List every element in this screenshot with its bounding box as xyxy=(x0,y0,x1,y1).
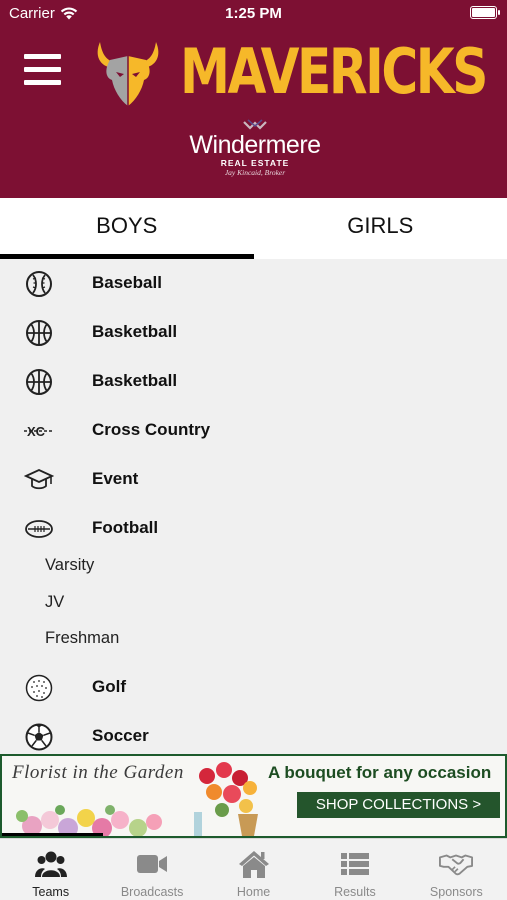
hamburger-menu-button[interactable] xyxy=(24,54,61,86)
sport-label: Football xyxy=(92,518,159,537)
ad-brand: Florist in the Garden xyxy=(12,762,184,783)
sport-item-soccer[interactable]: Soccer xyxy=(0,712,507,755)
sport-item-football[interactable]: Football xyxy=(0,504,507,553)
home-icon xyxy=(237,849,271,879)
basketball-icon xyxy=(24,367,54,397)
sport-label: Basketball xyxy=(92,322,178,341)
sport-item-golf[interactable]: Golf xyxy=(0,663,507,712)
sponsor-name: Windermere xyxy=(189,131,321,159)
sub-item-label: Varsity xyxy=(45,556,95,574)
soccer-ball-icon xyxy=(24,722,54,752)
ad-progress-bar xyxy=(2,833,103,836)
nav-broadcasts[interactable]: Broadcasts xyxy=(101,839,202,900)
basketball-icon xyxy=(24,318,54,348)
sport-item-event[interactable]: Event xyxy=(0,455,507,504)
football-sub-item-varsity[interactable]: Varsity xyxy=(0,553,507,590)
sponsor-broker: Jay Kincaid, Broker xyxy=(224,168,286,177)
sport-item-cross-country[interactable]: XC Cross Country xyxy=(0,406,507,455)
nav-label: Home xyxy=(236,885,271,899)
sport-label: Soccer xyxy=(92,725,149,745)
status-bar: Carrier 1:25 PM xyxy=(0,0,507,28)
shop-collections-button[interactable]: SHOP COLLECTIONS > xyxy=(297,792,500,818)
sport-label: Golf xyxy=(92,676,126,696)
sub-item-label: Freshman xyxy=(45,629,120,647)
battery-icon xyxy=(470,6,500,19)
sponsor-subtitle: REAL ESTATE xyxy=(220,158,290,168)
sport-label: Cross Country xyxy=(92,420,211,439)
list-icon xyxy=(338,849,372,879)
gender-tabs: BOYS GIRLS xyxy=(0,198,507,259)
nav-results[interactable]: Results xyxy=(304,839,405,900)
tab-boys[interactable]: BOYS xyxy=(0,198,254,259)
sub-item-label: JV xyxy=(45,592,65,611)
graduation-cap-icon xyxy=(24,465,54,495)
football-icon xyxy=(24,514,54,544)
handshake-icon xyxy=(439,849,474,879)
golf-ball-icon xyxy=(24,673,54,703)
video-camera-icon xyxy=(135,849,169,879)
nav-teams[interactable]: Teams xyxy=(0,839,101,900)
sport-label: Event xyxy=(92,469,139,488)
nav-sponsors[interactable]: Sponsors xyxy=(406,839,507,900)
bottom-tab-bar: Teams Broadcasts Home Results Sponsors xyxy=(0,838,507,900)
football-sub-item-freshman[interactable]: Freshman xyxy=(0,626,507,663)
ad-banner[interactable]: Florist in the Garden A bouquet for any … xyxy=(0,754,507,838)
sport-item-basketball[interactable]: Basketball xyxy=(0,308,507,357)
clock: 1:25 PM xyxy=(225,5,282,22)
nav-label: Broadcasts xyxy=(120,885,184,899)
football-sub-item-jv[interactable]: JV xyxy=(0,590,507,627)
tab-girls[interactable]: GIRLS xyxy=(254,198,507,259)
cross-country-icon: XC xyxy=(24,416,54,446)
maverick-bull-logo xyxy=(97,42,159,106)
ad-headline: A bouquet for any occasion xyxy=(268,763,492,782)
nav-label: Results xyxy=(334,885,376,899)
sport-item-basketball[interactable]: Basketball xyxy=(0,357,507,406)
nav-label: Teams xyxy=(32,885,70,899)
sponsor-banner[interactable]: Windermere REAL ESTATE Jay Kincaid, Brok… xyxy=(150,116,360,178)
nav-home[interactable]: Home xyxy=(203,839,304,900)
people-icon xyxy=(34,849,68,879)
baseball-icon xyxy=(24,269,54,299)
sport-item-baseball[interactable]: Baseball xyxy=(0,259,507,308)
sport-label: Baseball xyxy=(92,273,162,292)
nav-label: Sponsors xyxy=(429,885,483,899)
app-title: MAVERICKS xyxy=(180,35,488,108)
sports-list: Baseball Basketball Basketball XC Cross … xyxy=(0,259,507,754)
app-header: Carrier 1:25 PM MAVERICKS Windermere REA… xyxy=(0,0,507,198)
sport-label: Basketball xyxy=(92,371,178,390)
